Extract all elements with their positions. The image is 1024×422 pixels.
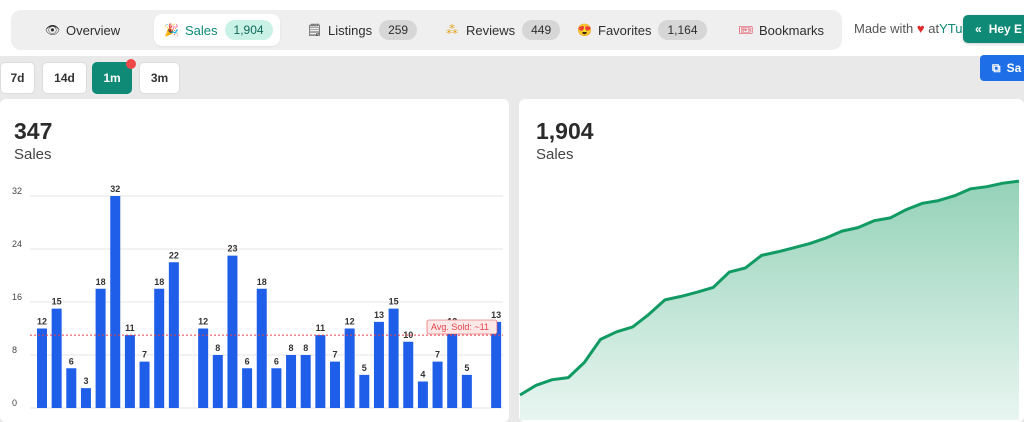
daily-sales-bar-chart: 08162432121563183211718221282361868 81171… [12,179,1020,420]
bar [95,288,106,408]
bar [51,308,62,408]
bar-value-label: 6 [245,356,250,366]
y-tick-label: 16 [12,292,22,302]
bar [359,374,370,408]
bar-value-label: 5 [464,363,469,373]
bar [315,335,326,408]
bar [286,355,297,408]
bar [154,288,165,408]
bar-value-label: 18 [154,277,164,287]
bar-value-label: 32 [110,184,120,194]
y-tick-label: 24 [12,239,22,249]
bar [447,328,458,408]
bar-value-label: 6 [69,356,74,366]
bar [124,335,135,408]
bar [212,355,223,408]
bar-value-label: 6 [274,356,279,366]
bar [139,361,150,408]
bar-value-label: 15 [52,297,62,307]
bar [256,288,267,408]
bar [330,361,340,408]
bar [80,388,91,408]
bar-value-label: 3 [83,376,88,386]
bar [271,368,282,408]
bar [300,355,311,408]
bar [37,328,47,408]
bar-value-label: 18 [257,277,267,287]
bar-value-label: 13 [374,310,384,320]
bar [461,374,472,408]
y-tick-label: 32 [12,186,22,196]
bar-value-label: 12 [198,317,208,327]
bar-value-label: 8 [215,343,220,353]
bar-value-label: 11 [316,323,326,333]
bar-value-label: 7 [142,350,147,360]
bar-value-label: 13 [491,310,501,320]
y-tick-label: 8 [12,345,17,355]
y-tick-label: 0 [12,398,17,408]
bar-value-label: 4 [420,370,425,380]
average-annotation: Avg. Sold: ~11 [431,322,489,332]
bar [66,368,77,408]
bar [403,341,414,408]
bar [417,381,428,408]
bar [388,308,399,408]
bar [242,368,253,408]
bar-value-label: 7 [435,350,440,360]
bar-value-label: 5 [362,363,367,373]
bar-value-label: 12 [37,317,47,327]
bar [110,196,121,408]
bar-value-label: 12 [345,317,355,327]
bar [198,328,209,408]
bar [344,328,355,408]
bar-value-label: 15 [389,297,399,307]
bar-value-label: 11 [125,323,135,333]
bar-value-label: 22 [169,250,179,260]
bar [432,361,443,408]
bar-value-label: 23 [227,244,237,254]
bar-value-label: 7 [332,350,337,360]
bar-value-label: 8 [289,343,294,353]
cumulative-area [520,181,1019,420]
bar-value-label: 8 [303,343,308,353]
bar-value-label: 18 [96,277,106,287]
bar [227,255,238,408]
